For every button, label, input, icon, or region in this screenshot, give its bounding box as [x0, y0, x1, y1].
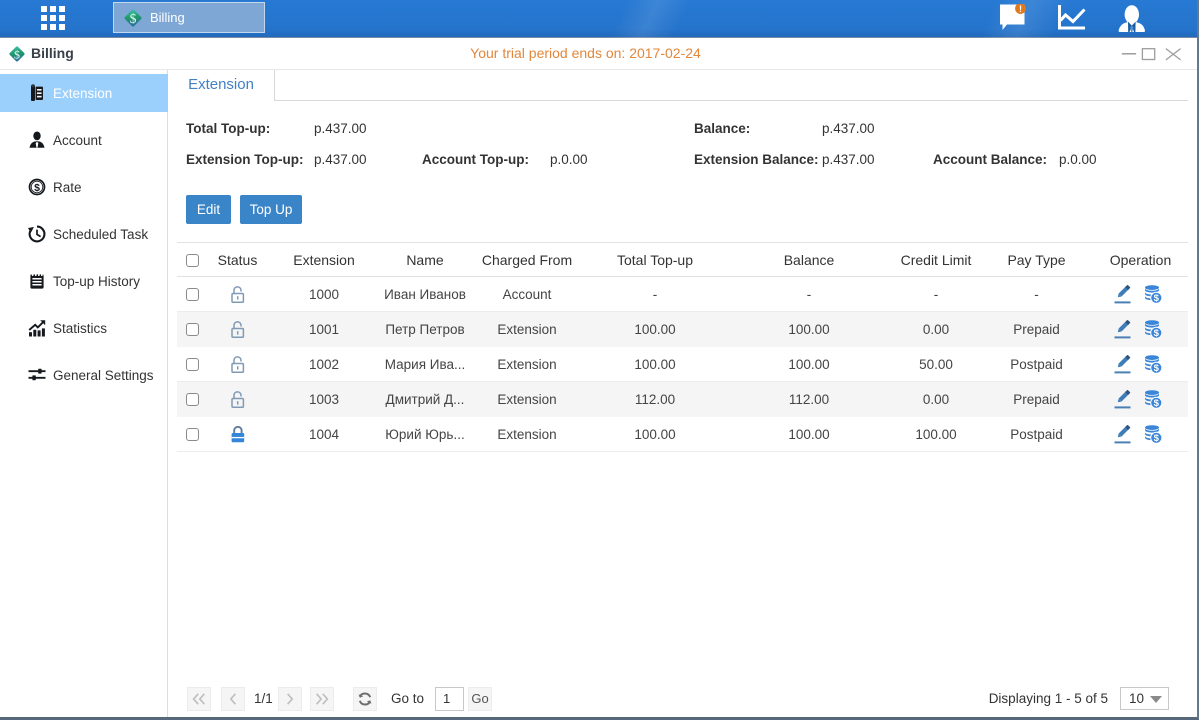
svg-text:$: $ — [130, 11, 137, 26]
svg-text:$: $ — [34, 182, 40, 194]
svg-text:!: ! — [1019, 4, 1022, 14]
